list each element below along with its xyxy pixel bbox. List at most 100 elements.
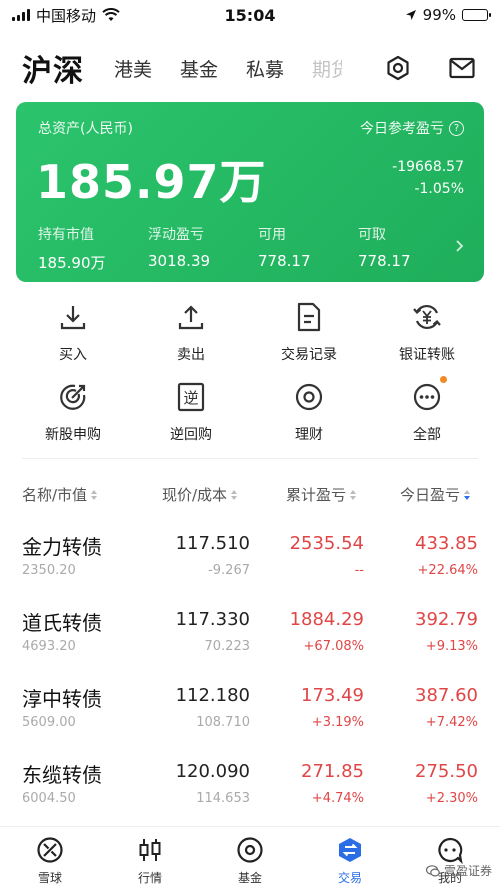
tab-jijin[interactable]: 基金 bbox=[180, 55, 218, 82]
watermark: 雪盈证券 bbox=[425, 862, 492, 879]
market-value: 4693.20 bbox=[22, 639, 76, 654]
bond-name: 道氏转债 bbox=[22, 611, 102, 635]
total-assets-label: 总资产(人民币) bbox=[38, 121, 133, 137]
tab-qihuo[interactable]: 期货 bbox=[312, 55, 342, 82]
reverse-repo-button[interactable]: 逆 逆回购 bbox=[141, 380, 241, 444]
all-services-button[interactable]: 全部 bbox=[377, 376, 477, 444]
cumulative-pnl: 2535.54 bbox=[289, 533, 364, 554]
buy-label: 买入 bbox=[59, 347, 87, 363]
header-label: 名称/市值 bbox=[22, 486, 88, 504]
today-pnl: 387.60 bbox=[415, 685, 478, 706]
battery-icon bbox=[462, 9, 491, 21]
tab-label: 雪球 bbox=[37, 871, 62, 885]
status-right: 99% bbox=[405, 6, 491, 24]
asset-summary-card[interactable]: 总资产(人民币) 今日参考盈亏 ? 185.97万 -19668.57 -1.0… bbox=[16, 102, 484, 282]
today-pnl-percent: +7.42% bbox=[425, 715, 478, 730]
cost-price: 108.710 bbox=[196, 715, 250, 730]
sell-label: 卖出 bbox=[177, 347, 205, 363]
circle-dot-icon bbox=[292, 380, 326, 414]
tab-label: 行情 bbox=[137, 871, 162, 885]
table-row[interactable]: 东缆转债 6004.50 120.090 114.653 271.85 +4.7… bbox=[0, 753, 500, 829]
cumulative-pnl-percent: -- bbox=[354, 563, 364, 578]
today-pnl-amount: -19668.57 bbox=[392, 159, 464, 175]
header-price-cost[interactable]: 现价/成本 bbox=[162, 484, 238, 505]
tab-xueqiu[interactable]: 雪球 bbox=[0, 827, 100, 889]
carrier-name: 中国移动 bbox=[36, 6, 97, 25]
market-value: 5609.00 bbox=[22, 715, 76, 730]
table-row[interactable]: 道氏转债 4693.20 117.330 70.223 1884.29 +67.… bbox=[0, 601, 500, 677]
sort-icon bbox=[350, 489, 357, 500]
upload-arrow-icon bbox=[174, 300, 208, 334]
buy-button[interactable]: 买入 bbox=[23, 300, 123, 364]
today-pnl-percent: -1.05% bbox=[414, 181, 464, 197]
ipo-subscribe-button[interactable]: 新股申购 bbox=[23, 380, 123, 444]
stat-label: 可取 bbox=[358, 227, 386, 243]
header-cum-pnl[interactable]: 累计盈亏 bbox=[286, 484, 357, 505]
action-row-1: 买入 卖出 交易记录 银证转账 bbox=[0, 300, 500, 364]
tab-simu[interactable]: 私募 bbox=[246, 55, 284, 82]
settings-icon[interactable] bbox=[382, 52, 414, 84]
more-dots-icon bbox=[410, 376, 447, 414]
tab-trade[interactable]: 交易 bbox=[300, 827, 400, 889]
bond-name: 金力转债 bbox=[22, 535, 102, 559]
header-label: 累计盈亏 bbox=[286, 486, 347, 504]
cumulative-pnl: 271.85 bbox=[301, 761, 364, 782]
header-today-pnl[interactable]: 今日盈亏 bbox=[400, 484, 471, 505]
signal-icon bbox=[12, 9, 30, 21]
stat-value: 185.90万 bbox=[38, 254, 106, 272]
wealth-management-label: 理财 bbox=[295, 427, 323, 443]
table-row[interactable]: 金力转债 2350.20 117.510 -9.267 2535.54 -- 4… bbox=[0, 525, 500, 601]
current-price: 117.510 bbox=[175, 533, 250, 554]
holdings-header: 名称/市值 现价/成本 累计盈亏 今日盈亏 bbox=[0, 480, 500, 510]
header-name-mv[interactable]: 名称/市值 bbox=[22, 484, 98, 505]
help-icon[interactable]: ? bbox=[449, 120, 464, 136]
market-tabs: 沪深 港美 基金 私募 期货 bbox=[0, 40, 500, 96]
watermark-text: 雪盈证券 bbox=[443, 864, 492, 878]
bond-name: 淳中转债 bbox=[22, 687, 102, 711]
stat-label: 可用 bbox=[258, 227, 286, 243]
tab-ganmei[interactable]: 港美 bbox=[114, 55, 152, 82]
current-price: 117.330 bbox=[175, 609, 250, 630]
table-row[interactable]: 淳中转债 5609.00 112.180 108.710 173.49 +3.1… bbox=[0, 677, 500, 753]
chevron-right-icon[interactable] bbox=[454, 240, 466, 252]
svg-text:逆: 逆 bbox=[183, 389, 198, 407]
document-icon bbox=[292, 300, 326, 334]
divider bbox=[22, 458, 478, 459]
yuan-exchange-icon bbox=[410, 300, 444, 334]
sort-icon bbox=[464, 489, 471, 500]
header-label: 现价/成本 bbox=[162, 486, 228, 504]
cost-price: 114.653 bbox=[196, 791, 250, 806]
fund-circle-icon bbox=[235, 835, 265, 865]
trade-exchange-icon bbox=[335, 835, 365, 865]
reverse-repo-label: 逆回购 bbox=[170, 427, 212, 443]
stat-label: 浮动盈亏 bbox=[148, 227, 204, 243]
battery-percent: 99% bbox=[422, 6, 456, 24]
tab-hushen[interactable]: 沪深 bbox=[22, 46, 84, 90]
wealth-management-button[interactable]: 理财 bbox=[259, 380, 359, 444]
download-arrow-icon bbox=[56, 300, 90, 334]
trade-history-button[interactable]: 交易记录 bbox=[259, 300, 359, 364]
market-value: 2350.20 bbox=[22, 563, 76, 578]
tab-fund[interactable]: 基金 bbox=[200, 827, 300, 889]
tab-me[interactable]: 我的 bbox=[400, 827, 500, 889]
sort-icon bbox=[91, 489, 98, 500]
asset-stats: 持有市值 185.90万 浮动盈亏 3018.39 可用 778.17 可取 7… bbox=[38, 224, 448, 273]
stat-label: 持有市值 bbox=[38, 227, 94, 243]
candlestick-icon bbox=[135, 835, 165, 865]
stat-value: 778.17 bbox=[358, 252, 411, 270]
bank-transfer-button[interactable]: 银证转账 bbox=[377, 300, 477, 364]
chat-bubble-icon bbox=[435, 835, 465, 865]
wifi-icon bbox=[102, 8, 120, 21]
status-left: 中国移动 bbox=[12, 5, 120, 26]
status-bar: 中国移动 15:04 99% bbox=[0, 0, 500, 30]
today-pnl: 392.79 bbox=[415, 609, 478, 630]
cumulative-pnl-percent: +4.74% bbox=[311, 791, 364, 806]
cost-price: 70.223 bbox=[204, 639, 251, 654]
today-pnl-percent: +2.30% bbox=[425, 791, 478, 806]
tab-market[interactable]: 行情 bbox=[100, 827, 200, 889]
sell-button[interactable]: 卖出 bbox=[141, 300, 241, 364]
current-price: 112.180 bbox=[175, 685, 250, 706]
wechat-icon bbox=[425, 864, 440, 877]
mail-icon[interactable] bbox=[446, 52, 478, 84]
today-pnl-label-text: 今日参考盈亏 bbox=[360, 121, 444, 137]
